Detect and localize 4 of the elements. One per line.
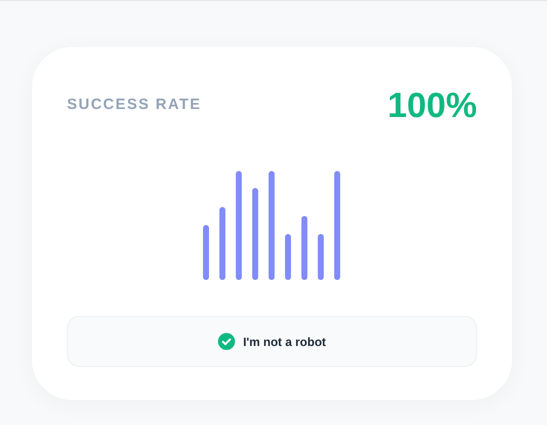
success-rate-value: 100%	[387, 88, 477, 122]
card-title: SUCCESS RATE	[67, 94, 202, 115]
captcha-label: I'm not a robot	[243, 334, 326, 350]
check-circle-icon[interactable]	[218, 333, 236, 350]
